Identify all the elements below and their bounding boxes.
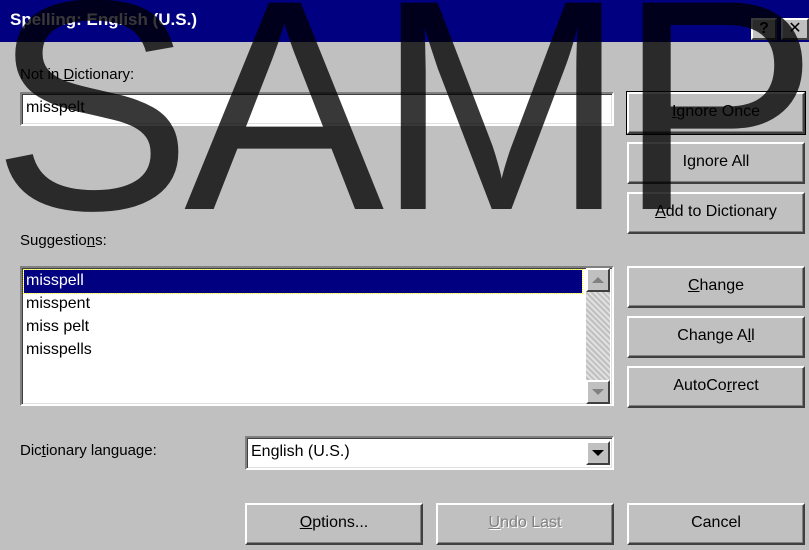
suggestions-items: misspell misspent miss pelt misspells [23,269,583,362]
help-button[interactable]: ? [751,18,777,40]
change-button[interactable]: Change [627,266,805,308]
autocorrect-button[interactable]: AutoCorrect [627,366,805,408]
change-all-button[interactable]: Change All [627,316,805,358]
chevron-up-icon [592,277,604,283]
suggestions-list[interactable]: misspell misspent miss pelt misspells [20,266,614,406]
scroll-down-button[interactable] [586,380,610,404]
list-item[interactable]: misspent [24,293,582,316]
dictionary-language-label: Dictionary language: [20,442,157,459]
scroll-up-button[interactable] [586,268,610,292]
misspelled-word: misspelt [26,99,85,116]
list-item[interactable]: misspell [23,269,583,294]
suggestions-label: Suggestions: [20,232,107,249]
not-in-dictionary-field[interactable]: misspelt [20,92,614,126]
chevron-down-icon [592,450,604,456]
undo-last-button[interactable]: Undo Last [436,503,614,545]
list-item[interactable]: misspells [24,339,582,362]
help-icon: ? [759,20,769,37]
window-title: Spelling: English (U.S.) [10,10,197,29]
chevron-down-icon [592,389,604,395]
cancel-button[interactable]: Cancel [627,503,805,545]
dictionary-language-select[interactable]: English (U.S.) [245,436,614,470]
dropdown-button[interactable] [586,441,610,465]
list-item[interactable]: miss pelt [24,316,582,339]
ignore-all-button[interactable]: Ignore All [627,142,805,184]
dictionary-language-value: English (U.S.) [251,443,350,460]
add-to-dictionary-button[interactable]: Add to Dictionary [627,192,805,234]
not-in-dictionary-label: Not in Dictionary: [20,66,135,83]
suggestions-scrollbar[interactable] [586,268,610,404]
close-icon: ✕ [788,20,802,37]
ignore-once-button[interactable]: Ignore Once [626,91,806,135]
close-button[interactable]: ✕ [781,18,809,40]
options-button[interactable]: Options... [245,503,423,545]
